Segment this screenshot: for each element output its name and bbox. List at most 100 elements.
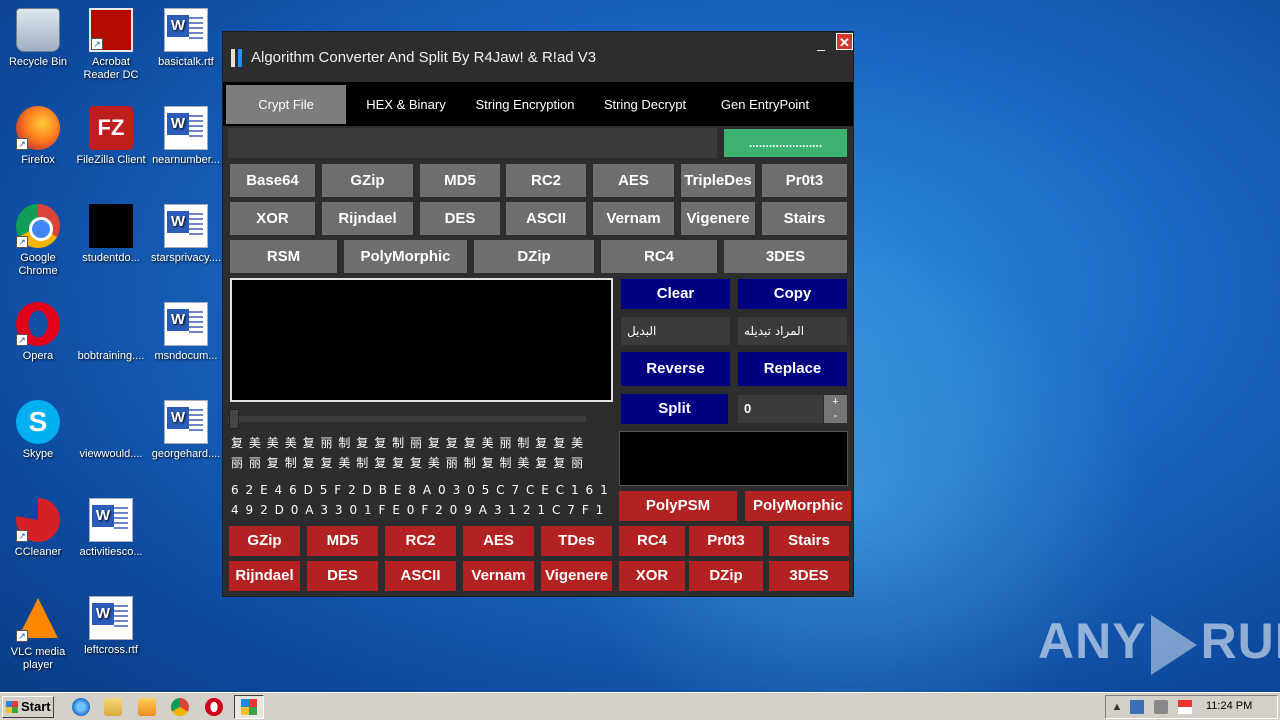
desktop-icon-label: Acrobat Reader DC <box>83 56 139 81</box>
algo-3des-button[interactable]: 3DES <box>724 240 847 273</box>
desktop-icon-chrome[interactable]: ↗ Google Chrome <box>0 204 76 278</box>
output-text-area[interactable] <box>619 431 848 486</box>
desktop-icon-firefox[interactable]: ↗ Firefox <box>0 106 76 167</box>
browse-button[interactable]: ...................... <box>724 129 847 157</box>
algo-tripledes-button[interactable]: TripleDes <box>681 164 755 197</box>
red-dzip-button[interactable]: DZip <box>689 561 763 591</box>
red-ascii-button[interactable]: ASCII <box>385 561 456 591</box>
algo-rijndael-button[interactable]: Rijndael <box>322 202 413 235</box>
red-des-button[interactable]: DES <box>307 561 378 591</box>
polypsm-button[interactable]: PolyPSM <box>619 491 737 521</box>
desktop-icon-bobtraining[interactable]: bobtraining.... <box>73 302 149 363</box>
to-replace-input[interactable]: المراد تبديله <box>738 317 847 345</box>
start-button[interactable]: Start <box>2 696 54 718</box>
algo-md5-button[interactable]: MD5 <box>420 164 500 197</box>
desktop-icon-leftcross[interactable]: leftcross.rtf <box>73 596 149 657</box>
reverse-button[interactable]: Reverse <box>621 352 730 386</box>
red-vigenere-button[interactable]: Vigenere <box>541 561 612 591</box>
desktop-icon-msndocum[interactable]: msndocum... <box>148 302 224 363</box>
encoded-text-line-1: 复美美美复丽制复复制丽复复复美丽制复复美 <box>231 436 590 450</box>
desktop-icon-viewwould[interactable]: viewwould.... <box>73 400 149 461</box>
tab-hex-binary[interactable]: HEX & Binary <box>346 85 466 124</box>
spin-down-button[interactable]: - <box>824 409 847 423</box>
desktop-icon-basictalk[interactable]: basictalk.rtf <box>148 8 224 69</box>
red-xor-button[interactable]: XOR <box>619 561 685 591</box>
network-icon[interactable] <box>1130 700 1144 714</box>
replacement-input[interactable]: البديل <box>621 317 730 345</box>
red-tdes-button[interactable]: TDes <box>541 526 612 556</box>
red-stairs-button[interactable]: Stairs <box>769 526 849 556</box>
red-3des-button[interactable]: 3DES <box>769 561 849 591</box>
opera-taskbar-icon[interactable] <box>205 698 223 716</box>
desktop-icon-vlc[interactable]: ↗ VLC media player <box>0 596 76 672</box>
polymorphic-red-button[interactable]: PolyMorphic <box>745 491 851 521</box>
algo-gzip-button[interactable]: GZip <box>322 164 413 197</box>
algo-des-button[interactable]: DES <box>420 202 500 235</box>
desktop-icon-studentdo[interactable]: studentdo... <box>73 204 149 265</box>
algo-rc4-button[interactable]: RC4 <box>601 240 717 273</box>
app-taskbar-button[interactable] <box>234 695 264 719</box>
shortcut-arrow-icon: ↗ <box>91 38 103 50</box>
chrome-icon: ↗ <box>16 204 60 248</box>
algo-vernam-button[interactable]: Vernam <box>593 202 674 235</box>
tab-crypt-file[interactable]: Crypt File <box>226 85 346 124</box>
algo-vigenere-button[interactable]: Vigenere <box>681 202 755 235</box>
red-aes-button[interactable]: AES <box>463 526 534 556</box>
title-bar[interactable]: Algorithm Converter And Split By R4Jaw! … <box>223 32 853 82</box>
algo-dzip-button[interactable]: DZip <box>474 240 594 273</box>
algo-aes-button[interactable]: AES <box>593 164 674 197</box>
algo-rsm-button[interactable]: RSM <box>230 240 337 273</box>
desktop-icon-recycle-bin[interactable]: Recycle Bin <box>0 8 76 69</box>
tab-string-decrypt[interactable]: String Decrypt <box>585 85 705 124</box>
algo-xor-button[interactable]: XOR <box>230 202 315 235</box>
close-button[interactable]: ✕ <box>836 33 853 50</box>
clock[interactable]: 11:24 PM <box>1206 700 1252 712</box>
tab-string-encryption[interactable]: String Encryption <box>465 85 585 124</box>
algo-base64-button[interactable]: Base64 <box>230 164 315 197</box>
algo-ascii-button[interactable]: ASCII <box>506 202 586 235</box>
ie-icon[interactable] <box>72 698 90 716</box>
split-count-input[interactable]: 0 <box>738 395 823 423</box>
copy-button[interactable]: Copy <box>738 279 847 309</box>
slider-track[interactable] <box>228 416 586 422</box>
red-rijndael-button[interactable]: Rijndael <box>229 561 300 591</box>
red-rc2-button[interactable]: RC2 <box>385 526 456 556</box>
word-document-icon <box>164 302 208 346</box>
replace-button[interactable]: Replace <box>738 352 847 386</box>
desktop-icon-starsprivacy[interactable]: starsprivacy.... <box>148 204 224 265</box>
desktop-icon-acrobat[interactable]: ↗ Acrobat Reader DC <box>73 8 149 82</box>
desktop-icon-label: Opera <box>22 350 54 362</box>
media-player-icon[interactable] <box>138 698 156 716</box>
desktop-icon-label: activitiesco... <box>79 546 143 558</box>
desktop-icon-nearnumber[interactable]: nearnumber... <box>148 106 224 167</box>
input-text-area[interactable] <box>230 278 613 402</box>
desktop-icon-activitiesco[interactable]: activitiesco... <box>73 498 149 559</box>
explorer-folder-icon[interactable] <box>104 698 122 716</box>
clear-button[interactable]: Clear <box>621 279 730 309</box>
algo-stairs-button[interactable]: Stairs <box>762 202 847 235</box>
file-path-input[interactable] <box>228 128 717 158</box>
desktop-icon-ccleaner[interactable]: ↗ CCleaner <box>0 498 76 559</box>
tab-gen-entrypoint[interactable]: Gen EntryPoint <box>705 85 825 124</box>
algo-polymorphic-button[interactable]: PolyMorphic <box>344 240 467 273</box>
red-pr0t3-button[interactable]: Pr0t3 <box>689 526 763 556</box>
red-gzip-button[interactable]: GZip <box>229 526 300 556</box>
algo-rc2-button[interactable]: RC2 <box>506 164 586 197</box>
red-md5-button[interactable]: MD5 <box>307 526 378 556</box>
tray-expand-icon[interactable]: ▲ <box>1110 700 1124 714</box>
action-center-flag-icon[interactable] <box>1178 700 1192 714</box>
spin-up-button[interactable]: + <box>824 395 847 409</box>
desktop-icon-georgehard[interactable]: georgehard.... <box>148 400 224 461</box>
volume-icon[interactable] <box>1154 700 1168 714</box>
red-vernam-button[interactable]: Vernam <box>463 561 534 591</box>
red-rc4-button[interactable]: RC4 <box>619 526 685 556</box>
slider-thumb[interactable] <box>229 409 239 429</box>
split-button[interactable]: Split <box>621 394 728 424</box>
chrome-taskbar-icon[interactable] <box>171 698 189 716</box>
desktop-icon-opera[interactable]: ↗ Opera <box>0 302 76 363</box>
minimize-button[interactable]: _ <box>813 36 829 52</box>
desktop-icon-skype[interactable]: S Skype <box>0 400 76 461</box>
desktop-icon-label: studentdo... <box>82 252 140 264</box>
algo-pr0t3-button[interactable]: Pr0t3 <box>762 164 847 197</box>
desktop-icon-filezilla[interactable]: FZ FileZilla Client <box>73 106 149 167</box>
